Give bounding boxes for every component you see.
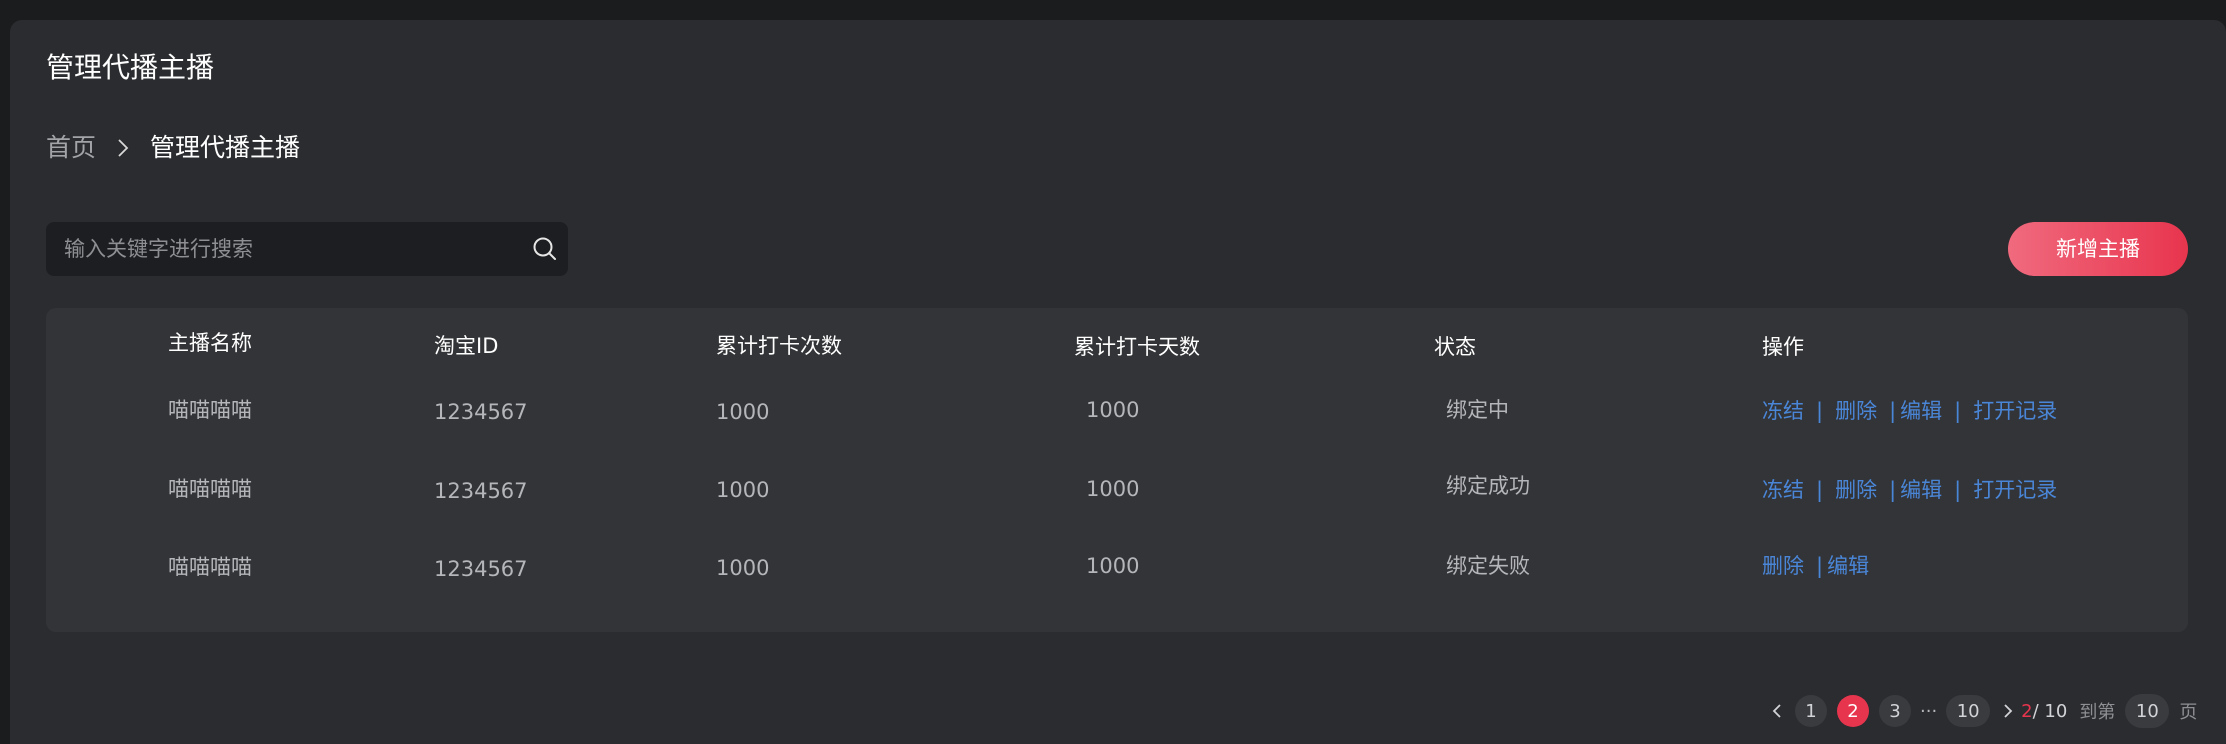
column-header-actions: 操作 <box>1762 335 1804 359</box>
search-input[interactable] <box>64 222 504 276</box>
column-header-status: 状态 <box>1434 335 1476 359</box>
page-title: 管理代播主播 <box>46 51 215 84</box>
breadcrumb-home[interactable]: 首页 <box>46 130 96 166</box>
edit-link[interactable]: 编辑 <box>1900 475 1942 505</box>
table-row-1-status: 绑定中 <box>1446 398 1509 422</box>
page-unit-label: 页 <box>2179 702 2198 723</box>
freeze-link[interactable]: 冻结 <box>1762 475 1804 505</box>
search-icon[interactable] <box>532 236 558 262</box>
chevron-left-icon[interactable] <box>1764 694 1790 728</box>
action-separator: | <box>1889 478 1897 502</box>
content-panel: 管理代播主播 首页 管理代播主播 新增主播 主播名称 淘宝ID 累计打卡次数 累… <box>10 20 2226 744</box>
action-separator: | <box>1889 399 1897 423</box>
action-separator: | <box>1816 399 1824 423</box>
table-row-1-taobao-id: 1234567 <box>434 400 528 424</box>
column-header-name: 主播名称 <box>168 331 252 355</box>
action-separator: | <box>1816 554 1824 578</box>
anchor-table: 主播名称 淘宝ID 累计打卡次数 累计打卡天数 状态 操作 喵喵喵喵 12345… <box>46 308 2188 632</box>
column-header-checkin-count: 累计打卡次数 <box>716 334 842 358</box>
page-button-10[interactable]: 10 <box>1946 695 1991 727</box>
page-ellipsis[interactable]: ··· <box>1916 701 1941 722</box>
page-button-1[interactable]: 1 <box>1795 695 1827 727</box>
table-row-2-checkin-days: 1000 <box>1086 477 1140 501</box>
edit-link[interactable]: 编辑 <box>1827 551 1869 581</box>
page-button-3[interactable]: 3 <box>1879 695 1911 727</box>
table-row-2-taobao-id: 1234567 <box>434 479 528 503</box>
search-box <box>46 222 568 276</box>
table-row-2-checkin-count: 1000 <box>716 478 770 502</box>
table-row-1-name: 喵喵喵喵 <box>168 398 252 422</box>
table-row-1-actions: 冻结 | 删除 | 编辑 | 打开记录 <box>1762 396 2057 426</box>
delete-link[interactable]: 删除 <box>1835 475 1877 505</box>
goto-page-input[interactable]: 10 <box>2125 694 2170 728</box>
table-row-3-checkin-days: 1000 <box>1086 554 1140 578</box>
table-row-2-status: 绑定成功 <box>1446 474 1530 498</box>
add-anchor-button[interactable]: 新增主播 <box>2008 222 2188 276</box>
table-row-2-actions: 冻结 | 删除 | 编辑 | 打开记录 <box>1762 475 2057 505</box>
table-row-3-name: 喵喵喵喵 <box>168 555 252 579</box>
chevron-right-icon <box>96 138 150 158</box>
action-separator: | <box>1816 478 1824 502</box>
table-row-3-actions: 删除 | 编辑 <box>1762 551 1869 581</box>
current-page-indicator: 2 <box>2021 700 2033 722</box>
column-header-taobao-id: 淘宝ID <box>434 334 499 358</box>
breadcrumb: 首页 管理代播主播 <box>46 130 300 166</box>
table-row-1-checkin-days: 1000 <box>1086 398 1140 422</box>
goto-label: 到第 <box>2079 702 2116 723</box>
table-row-1-checkin-count: 1000 <box>716 400 770 424</box>
action-separator: | <box>1954 478 1962 502</box>
delete-link[interactable]: 删除 <box>1762 551 1804 581</box>
action-separator: | <box>1954 399 1962 423</box>
breadcrumb-current: 管理代播主播 <box>150 133 301 162</box>
table-row-3-checkin-count: 1000 <box>716 556 770 580</box>
page-button-2[interactable]: 2 <box>1837 695 1869 727</box>
table-row-3-status: 绑定失败 <box>1446 554 1530 578</box>
total-pages: / 10 <box>2032 700 2068 722</box>
freeze-link[interactable]: 冻结 <box>1762 396 1804 426</box>
column-header-checkin-days: 累计打卡天数 <box>1074 335 1200 359</box>
chevron-right-icon[interactable] <box>1995 694 2021 728</box>
open-records-link[interactable]: 打开记录 <box>1973 396 2057 426</box>
open-records-link[interactable]: 打开记录 <box>1973 475 2057 505</box>
edit-link[interactable]: 编辑 <box>1900 396 1942 426</box>
table-row-2-name: 喵喵喵喵 <box>168 477 252 501</box>
table-row-3-taobao-id: 1234567 <box>434 557 528 581</box>
delete-link[interactable]: 删除 <box>1835 396 1877 426</box>
pagination: 1 2 3 ··· 10 2 / 10 到第 10 页 <box>1764 694 2197 728</box>
